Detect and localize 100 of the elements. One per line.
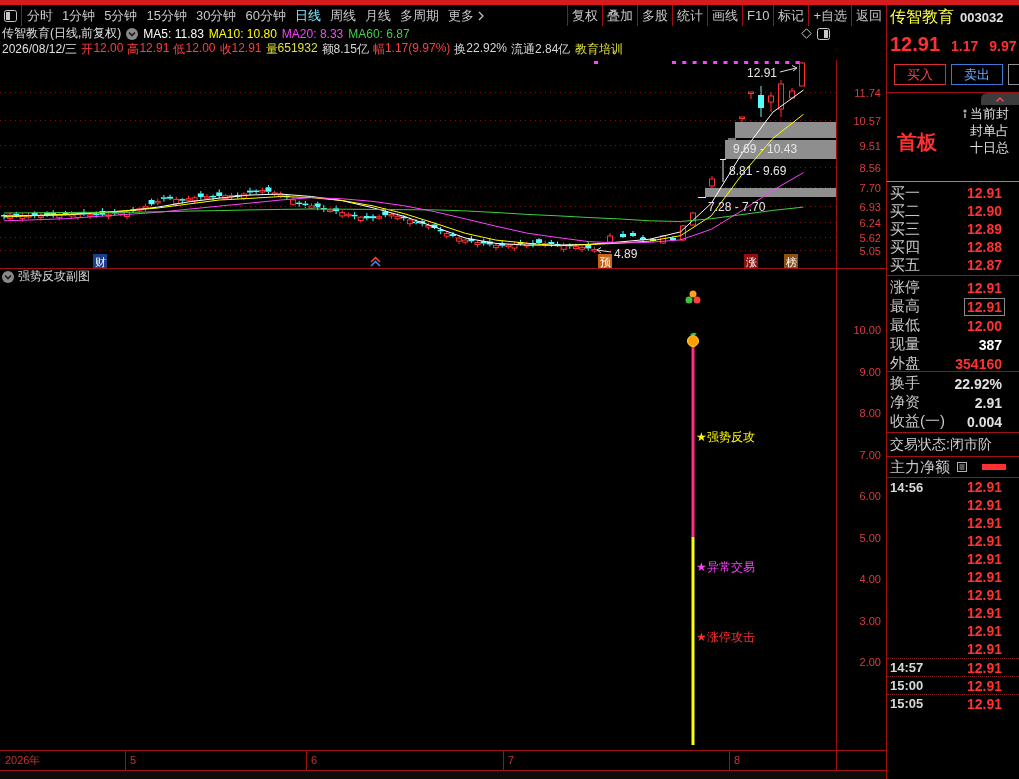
panel-toggle-icon[interactable] bbox=[817, 27, 830, 40]
signal-mark bbox=[672, 61, 676, 64]
period-tab[interactable]: 1分钟 bbox=[59, 5, 99, 26]
toolbar-button[interactable]: 标记 bbox=[773, 5, 809, 26]
change-percent: 9.97 bbox=[989, 38, 1017, 55]
period-tab[interactable]: 60分钟 bbox=[242, 5, 289, 26]
sell-button[interactable]: 卖出 bbox=[951, 64, 1003, 85]
period-tab[interactable]: 多周期 bbox=[396, 5, 442, 26]
quote-value: 8.15亿 bbox=[333, 41, 369, 58]
toolbar-button[interactable]: 统计 bbox=[672, 5, 707, 26]
tick-price: 12.91 bbox=[966, 551, 1002, 567]
signal-label: ★涨停攻击 bbox=[696, 630, 755, 644]
indicator-axis-label: 9.00 bbox=[859, 365, 881, 378]
toolbar-button[interactable]: F10 bbox=[742, 5, 774, 26]
dropdown-icon[interactable] bbox=[2, 270, 14, 283]
chart-title: 传智教育(日线,前复权) bbox=[2, 25, 122, 42]
tick-price: 12.91 bbox=[966, 605, 1002, 621]
quote-value: 12.00 bbox=[93, 41, 124, 57]
event-tag[interactable]: 财 bbox=[93, 254, 107, 268]
quote-label: 低 bbox=[173, 41, 186, 58]
dropdown-icon[interactable] bbox=[126, 27, 139, 40]
quote-label: 量 bbox=[265, 41, 278, 58]
list-icon[interactable] bbox=[957, 462, 967, 472]
last-price: 12.91 bbox=[890, 33, 941, 55]
event-tag[interactable]: 预 bbox=[598, 254, 612, 268]
signal-label: ★异常交易 bbox=[696, 560, 755, 574]
quote-label: 高 bbox=[127, 41, 140, 58]
bid-label: 买五 bbox=[889, 255, 920, 275]
bid-label: 买二 bbox=[889, 201, 920, 221]
ball-icon bbox=[687, 332, 699, 347]
event-tag[interactable]: 榜 bbox=[784, 254, 798, 268]
indicator-axis-label: 2.00 bbox=[859, 656, 881, 668]
partial-button[interactable] bbox=[1008, 64, 1019, 85]
date-axis-label: 8 bbox=[734, 754, 741, 766]
seal-info-text: 封单占 bbox=[970, 121, 1009, 140]
indicator-axis-label: 3.00 bbox=[859, 614, 881, 627]
indicator-axis-label: 4.00 bbox=[859, 573, 881, 585]
period-tab[interactable]: 周线 bbox=[326, 5, 359, 26]
panel-toggle-icon[interactable] bbox=[4, 9, 17, 22]
bid-price: 12.90 bbox=[966, 203, 1002, 219]
indicator-title: 强势反攻副图 bbox=[18, 268, 90, 285]
price-axis-label: 8.56 bbox=[859, 161, 881, 174]
bid-label: 买三 bbox=[889, 219, 920, 239]
tick-price: 12.91 bbox=[966, 587, 1002, 603]
bid-price: 12.88 bbox=[966, 239, 1002, 255]
toolbar-button[interactable]: 画线 bbox=[707, 5, 742, 26]
tick-price: 12.91 bbox=[966, 515, 1002, 531]
chevron-up-icon bbox=[996, 96, 1004, 102]
signal-mark bbox=[594, 61, 598, 64]
sector-label: 教育培训 bbox=[575, 41, 624, 58]
price-axis-label: 11.74 bbox=[854, 86, 881, 99]
stat-label: 最高 bbox=[889, 297, 920, 316]
quote-date: 2026/08/12/三 bbox=[2, 41, 78, 58]
buy-button[interactable]: 买入 bbox=[894, 64, 946, 85]
diamond-icon[interactable] bbox=[801, 28, 812, 39]
stat-label: 收益(一) bbox=[889, 412, 945, 431]
tick-price: 12.91 bbox=[966, 623, 1002, 639]
seal-info-text: 十日总 bbox=[970, 138, 1009, 157]
bid-label: 买四 bbox=[889, 237, 920, 257]
indicator-axis-label: 8.00 bbox=[859, 407, 881, 419]
stat-value: 12.91 bbox=[966, 279, 1002, 296]
pointer-arrow bbox=[596, 247, 612, 254]
period-tab[interactable]: 月线 bbox=[361, 5, 394, 26]
tick-price: 12.91 bbox=[966, 659, 1002, 676]
seal-info-text: 当前封 bbox=[970, 104, 1009, 123]
stat-value: 354160 bbox=[955, 355, 1002, 372]
event-tag[interactable]: 涨 bbox=[744, 254, 758, 268]
tick-price: 12.91 bbox=[966, 569, 1002, 585]
ball-cluster-icon bbox=[685, 290, 701, 304]
stat-value: 2.91 bbox=[974, 394, 1002, 411]
indicator-axis-label: 5.00 bbox=[859, 531, 881, 544]
toolbar-button[interactable]: 叠加 bbox=[602, 5, 637, 26]
price-axis-label: 6.93 bbox=[859, 200, 881, 213]
price-axis-label: 5.05 bbox=[859, 244, 881, 257]
period-tab[interactable]: 日线 bbox=[291, 5, 324, 26]
tick-time: 15:05 bbox=[889, 696, 924, 711]
range-marker bbox=[719, 158, 727, 183]
more-menu-tab[interactable]: 更多 bbox=[444, 5, 487, 26]
period-tab[interactable]: 30分钟 bbox=[192, 5, 240, 26]
date-axis-label: 6 bbox=[311, 754, 318, 766]
period-tab[interactable]: 分时 bbox=[24, 5, 56, 26]
tick-time: 14:56 bbox=[889, 479, 924, 495]
low-price-label: 4.89 bbox=[614, 247, 638, 261]
period-tab[interactable]: 5分钟 bbox=[101, 5, 141, 26]
bid-price: 12.91 bbox=[966, 185, 1002, 201]
quote-value: 12.91 bbox=[139, 41, 170, 57]
quote-value: 651932 bbox=[277, 41, 318, 57]
stat-value: 12.00 bbox=[966, 317, 1002, 334]
quote-label: 开 bbox=[81, 41, 94, 58]
period-tab[interactable]: 15分钟 bbox=[143, 5, 190, 26]
indicator-axis-label: 6.00 bbox=[859, 490, 881, 502]
quote-label: 流通 bbox=[511, 41, 535, 58]
board-label: 首板 bbox=[897, 130, 938, 155]
date-axis-label: 7 bbox=[508, 754, 515, 766]
toolbar-button[interactable]: 复权 bbox=[567, 5, 602, 26]
toolbar-button[interactable]: +自选 bbox=[808, 5, 851, 26]
indicator-axis-label: 7.00 bbox=[859, 448, 881, 461]
toolbar-button[interactable]: 多股 bbox=[637, 5, 672, 26]
tick-price: 12.91 bbox=[966, 479, 1002, 495]
toolbar-button[interactable]: 返回 bbox=[851, 5, 886, 26]
